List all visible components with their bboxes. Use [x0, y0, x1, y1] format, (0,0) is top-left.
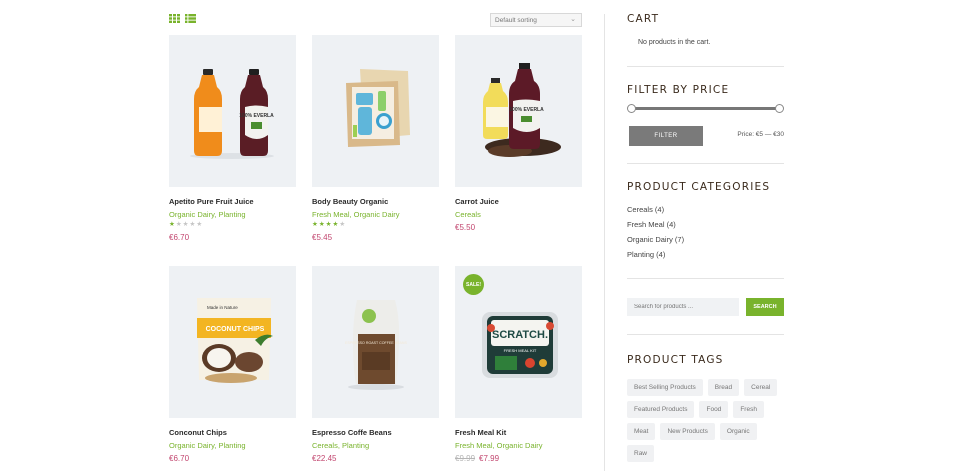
product-image[interactable]: COCONUT CHIPS Made in Nature [169, 266, 296, 418]
product-card[interactable]: 100% EVERLA Apetito Pure Fruit Juice Org… [169, 35, 296, 242]
star-icon: ★ [318, 221, 326, 228]
product-image[interactable] [312, 35, 439, 187]
package-subtitle: FRESH MEAL KIT [504, 348, 537, 353]
package-title: SCRATCH. [492, 329, 548, 341]
package-brand: Made in Nature [207, 305, 238, 310]
slider-max-handle[interactable] [775, 104, 784, 113]
product-card[interactable]: Body Beauty Organic Fresh Meal, Organic … [312, 35, 439, 242]
product-image[interactable]: SCRATCH. FRESH MEAL KIT SALE! [455, 266, 582, 418]
sorting-select[interactable]: Default sorting ⌄ [490, 13, 582, 27]
star-icon: ★ [312, 221, 319, 228]
product-name[interactable]: Apetito Pure Fruit Juice [169, 197, 296, 206]
product-categories[interactable]: Fresh Meal, Organic Dairy [312, 210, 439, 219]
slider-track [631, 107, 780, 110]
price-filter-title: FILTER BY PRICE [627, 84, 730, 96]
tag-item[interactable]: Meat [627, 423, 656, 440]
product-price: €22.45 [312, 454, 439, 463]
product-categories[interactable]: Organic Dairy, Planting [169, 210, 296, 219]
product-image[interactable]: ESPRESSO ROAST COFFEE BEANS [312, 266, 439, 418]
sorting-value: Default sorting [495, 17, 537, 24]
price-value: €6.70 [169, 454, 190, 463]
search-input[interactable] [627, 298, 739, 316]
star-rating: ★★★★★ [312, 221, 439, 229]
price-value: €5.50 [455, 223, 476, 232]
package-title: COCONUT CHIPS [206, 326, 265, 333]
grid-icon[interactable] [169, 14, 180, 23]
star-icon: ★ [339, 221, 347, 228]
star-rating: ★★★★★ [169, 221, 296, 229]
cart-empty-message: No products in the cart. [638, 39, 711, 46]
package-label: ESPRESSO ROAST COFFEE BEANS [345, 341, 407, 345]
categories-widget: PRODUCT CATEGORIES Cereals (4) Fresh Mea… [627, 181, 784, 279]
old-price: €9.99 [455, 454, 476, 463]
product-name[interactable]: Body Beauty Organic [312, 197, 439, 206]
tag-cloud: Best Selling Products Bread Cereal Featu… [627, 379, 784, 467]
tag-item[interactable]: Fresh [733, 401, 764, 418]
product-image[interactable]: 100% EVERLA [169, 35, 296, 187]
search-button[interactable]: SEARCH [746, 298, 784, 316]
price-range-label: Price: €5 — €30 [737, 131, 784, 138]
star-icon: ★ [175, 221, 183, 228]
product-name[interactable]: Espresso Coffe Beans [312, 428, 439, 437]
price-value: €5.45 [312, 233, 333, 242]
categories-title: PRODUCT CATEGORIES [627, 181, 771, 193]
tag-item[interactable]: Bread [707, 379, 740, 396]
list-icon[interactable] [185, 14, 196, 23]
product-categories[interactable]: Cereals, Planting [312, 441, 439, 450]
tag-item[interactable]: Raw [627, 445, 655, 462]
tag-item[interactable]: New Products [660, 423, 715, 440]
product-name[interactable]: Fresh Meal Kit [455, 428, 582, 437]
tag-item[interactable]: Food [699, 401, 729, 418]
filter-button[interactable]: FILTER [629, 126, 703, 146]
category-list: Cereals (4) Fresh Meal (4) Organic Dairy… [627, 205, 784, 265]
tags-title: PRODUCT TAGS [627, 354, 724, 366]
price-slider[interactable] [627, 104, 784, 114]
cart-title: CART [627, 13, 660, 25]
bottle-label: 100% EVERLA [509, 107, 544, 113]
product-image[interactable]: 100% EVERLA [455, 35, 582, 187]
divider [627, 66, 784, 67]
slider-min-handle[interactable] [627, 104, 636, 113]
price-filter-widget: FILTER BY PRICE FILTER Price: €5 — €30 [627, 84, 784, 164]
divider [627, 163, 784, 164]
price-value: €7.99 [479, 454, 500, 463]
product-name[interactable]: Carrot Juice [455, 197, 582, 206]
view-toggle [169, 14, 196, 23]
category-item[interactable]: Cereals (4) [627, 205, 784, 220]
product-categories[interactable]: Organic Dairy, Planting [169, 441, 296, 450]
product-price: €5.45 [312, 233, 439, 242]
product-card[interactable]: COCONUT CHIPS Made in Nature Conconut Ch… [169, 266, 296, 463]
cart-widget: CART No products in the cart. [627, 13, 784, 67]
bottle-label: 100% EVERLA [239, 113, 274, 119]
divider [627, 334, 784, 335]
product-price: €9.99 €7.99 [455, 454, 582, 463]
star-icon: ★ [169, 221, 176, 228]
product-price: €5.50 [455, 223, 582, 232]
star-icon: ★ [196, 221, 204, 228]
category-item[interactable]: Fresh Meal (4) [627, 220, 784, 235]
sale-badge: SALE! [463, 274, 484, 295]
category-item[interactable]: Organic Dairy (7) [627, 235, 784, 250]
product-price: €6.70 [169, 233, 296, 242]
product-card[interactable]: ESPRESSO ROAST COFFEE BEANS Espresso Cof… [312, 266, 439, 463]
sidebar-divider [604, 14, 605, 471]
price-value: €22.45 [312, 454, 337, 463]
product-price: €6.70 [169, 454, 296, 463]
chevron-down-icon: ⌄ [570, 16, 576, 23]
product-categories[interactable]: Fresh Meal, Organic Dairy [455, 441, 582, 450]
divider [627, 278, 784, 279]
product-name[interactable]: Conconut Chips [169, 428, 296, 437]
product-card[interactable]: 100% EVERLA Carrot Juice Cereals €5.50 [455, 35, 582, 232]
category-item[interactable]: Planting (4) [627, 250, 784, 265]
product-card[interactable]: SCRATCH. FRESH MEAL KIT SALE! Fresh Meal… [455, 266, 582, 463]
price-value: €6.70 [169, 233, 190, 242]
tag-item[interactable]: Organic [719, 423, 757, 440]
search-widget: SEARCH [627, 298, 784, 335]
tag-item[interactable]: Cereal [744, 379, 778, 396]
tag-item[interactable]: Best Selling Products [627, 379, 703, 396]
product-categories[interactable]: Cereals [455, 210, 582, 219]
tag-item[interactable]: Featured Products [627, 401, 695, 418]
tags-widget: PRODUCT TAGS Best Selling Products Bread… [627, 354, 784, 467]
